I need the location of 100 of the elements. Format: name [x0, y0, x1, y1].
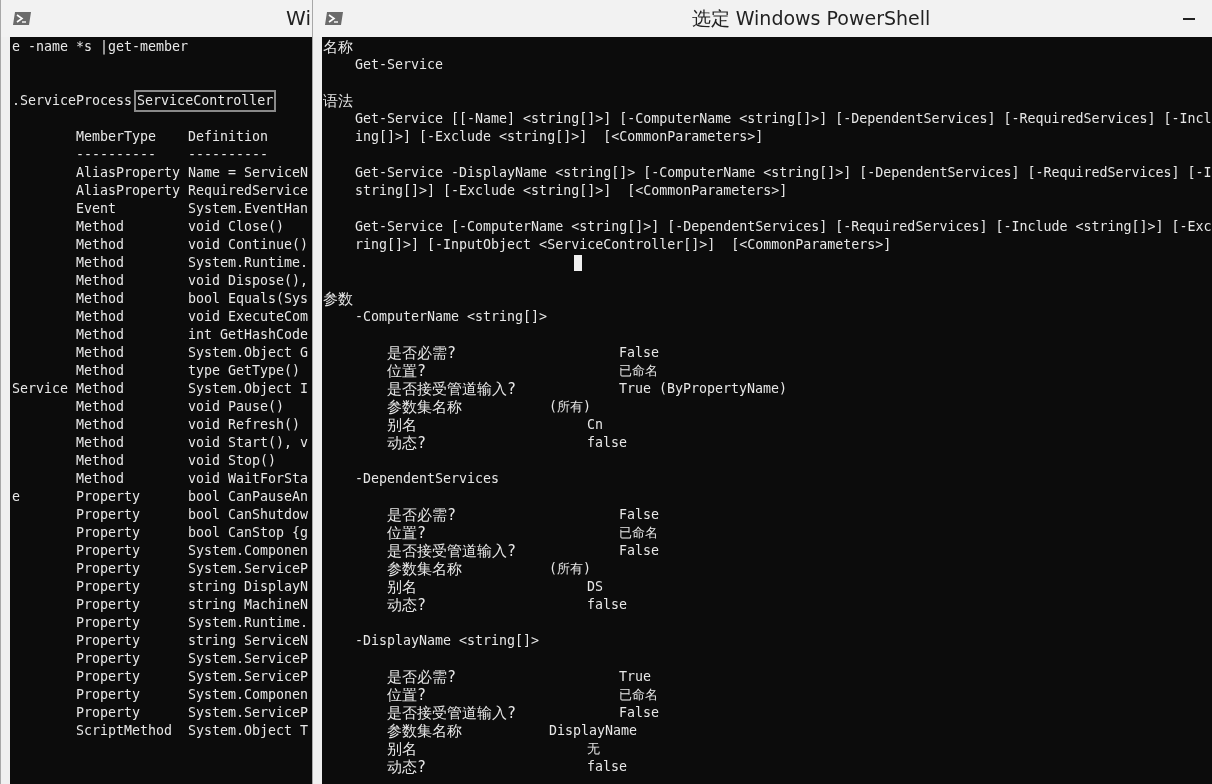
attribute-value: Cn — [587, 416, 603, 434]
member-type: Property — [76, 650, 142, 668]
member-definition: bool CanStop {g — [188, 524, 309, 542]
member-definition: System.ServiceP — [188, 668, 309, 686]
member-type: Method — [76, 326, 126, 344]
attribute-value: False — [619, 704, 660, 722]
attribute-label: 别名 — [387, 739, 417, 758]
syntax-line: string[]>] [-Exclude <string[]>] [<CommonParameters>] — [355, 182, 788, 200]
member-definition: bool CanPauseAn — [188, 488, 309, 506]
member-definition: System.Object T — [188, 722, 309, 740]
member-type: Method — [76, 308, 126, 326]
member-definition: string MachineN — [188, 596, 309, 614]
member-type: Method — [76, 416, 126, 434]
attribute-label: 是否必需? — [387, 505, 457, 524]
section-heading: 参数 — [323, 290, 353, 308]
member-definition: System.Runtime. — [188, 614, 309, 632]
attribute-value: True (ByPropertyName) — [619, 380, 788, 398]
attribute-value: false — [587, 596, 628, 614]
member-type: ScriptMethod — [76, 722, 174, 740]
attribute-value: False — [619, 506, 660, 524]
member-definition: void Dispose(), — [188, 272, 309, 290]
member-type: Property — [76, 488, 142, 506]
attribute-value: 已命名 — [619, 686, 658, 704]
attribute-label: 参数集名称 — [387, 397, 462, 416]
member-definition: System.Runtime. — [188, 254, 309, 272]
member-definition: type GetType() — [188, 362, 301, 380]
member-type: Property — [76, 632, 142, 650]
member-type: AliasProperty — [76, 164, 182, 182]
member-definition: System.Componen — [188, 686, 309, 704]
selected-text: ServiceController — [136, 92, 275, 110]
syntax-line: Get-Service [-ComputerName <string[]>] [-DependentServices] [-RequiredServices] [-Include <string[]>] [-Exc — [355, 218, 1212, 236]
text-cursor — [574, 255, 582, 271]
attribute-label: 是否接受管道输入? — [387, 703, 517, 722]
attribute-label: 动态? — [387, 757, 427, 776]
attribute-value: false — [587, 758, 628, 776]
attribute-label: 位置? — [387, 523, 427, 542]
member-type: Event — [76, 200, 118, 218]
minimize-icon — [1183, 17, 1195, 20]
attribute-label: 别名 — [387, 415, 417, 434]
attribute-label: 是否接受管道输入? — [387, 379, 517, 398]
attribute-value: False — [619, 344, 660, 362]
member-definition: string ServiceN — [188, 632, 309, 650]
attribute-value: False — [619, 542, 660, 560]
member-definition: void Close() — [188, 218, 285, 236]
parameter-name: -DependentServices — [355, 470, 500, 488]
member-definition: System.ServiceP — [188, 560, 309, 578]
member-definition: Name = ServiceN — [188, 164, 309, 182]
member-type: Property — [76, 542, 142, 560]
member-type: Method — [76, 452, 126, 470]
member-name: Service — [12, 381, 69, 396]
attribute-label: 别名 — [387, 577, 417, 596]
member-definition: System.Object G — [188, 344, 309, 362]
member-definition: void Pause() — [188, 398, 285, 416]
member-type: Method — [76, 236, 126, 254]
member-definition: bool CanShutdow — [188, 506, 309, 524]
attribute-label: 是否必需? — [387, 343, 457, 362]
member-type: Method — [76, 254, 126, 272]
attribute-label: 是否必需? — [387, 667, 457, 686]
member-definition: void Refresh() — [188, 416, 301, 434]
attribute-label: 位置? — [387, 685, 427, 704]
member-definition: void Continue() — [188, 236, 309, 254]
member-type: Property — [76, 686, 142, 704]
column-underline: ---------- — [76, 146, 158, 164]
parameter-name: -DisplayName <string[]> — [355, 632, 540, 650]
member-type: Method — [76, 362, 126, 380]
column-header: Definition — [188, 128, 269, 146]
member-definition: bool Equals(Sys — [188, 290, 309, 308]
command-text: e -name *s |get-member — [12, 38, 189, 56]
attribute-label: 动态? — [387, 595, 427, 614]
attribute-value: True — [619, 668, 652, 686]
member-type: Method — [76, 218, 126, 236]
member-type: Method — [76, 470, 126, 488]
window-title: 选定 Windows PowerShell — [690, 5, 932, 31]
attribute-value: DisplayName — [549, 722, 638, 740]
member-type: AliasProperty — [76, 182, 182, 200]
member-type: Property — [76, 704, 142, 722]
member-definition: int GetHashCode — [188, 326, 309, 344]
window-title: Wi — [286, 6, 311, 30]
attribute-label: 参数集名称 — [387, 721, 462, 740]
parameter-name: -ComputerName <string[]> — [355, 308, 548, 326]
syntax-line: Get-Service [[-Name] <string[]>] [-ComputerName <string[]>] [-DependentServices] [-RequiredServices] [-Incl — [355, 110, 1212, 128]
member-type: Method — [76, 272, 126, 290]
member-definition: System.ServiceP — [188, 650, 309, 668]
attribute-label: 动态? — [387, 433, 427, 452]
attribute-value: DS — [587, 578, 603, 596]
member-definition: System.EventHan — [188, 200, 309, 218]
cmdlet-name: Get-Service — [355, 56, 444, 74]
member-type: Property — [76, 596, 142, 614]
column-header: MemberType — [76, 128, 158, 146]
member-type: Method — [76, 344, 126, 362]
column-underline: ---------- — [188, 146, 269, 164]
member-type: Method — [76, 380, 126, 398]
type-name-text: .ServiceProcess — [12, 92, 133, 110]
member-definition: void WaitForSta — [188, 470, 309, 488]
syntax-line: ing[]>] [-Exclude <string[]>] [<CommonParameters>] — [355, 128, 764, 146]
attribute-label: 位置? — [387, 361, 427, 380]
powershell-icon — [12, 11, 32, 26]
section-heading: 语法 — [323, 92, 353, 110]
syntax-line: ring[]>] [-InputObject <ServiceController[]>] [<CommonParameters>] — [355, 236, 892, 254]
member-definition: System.Object I — [188, 380, 309, 398]
